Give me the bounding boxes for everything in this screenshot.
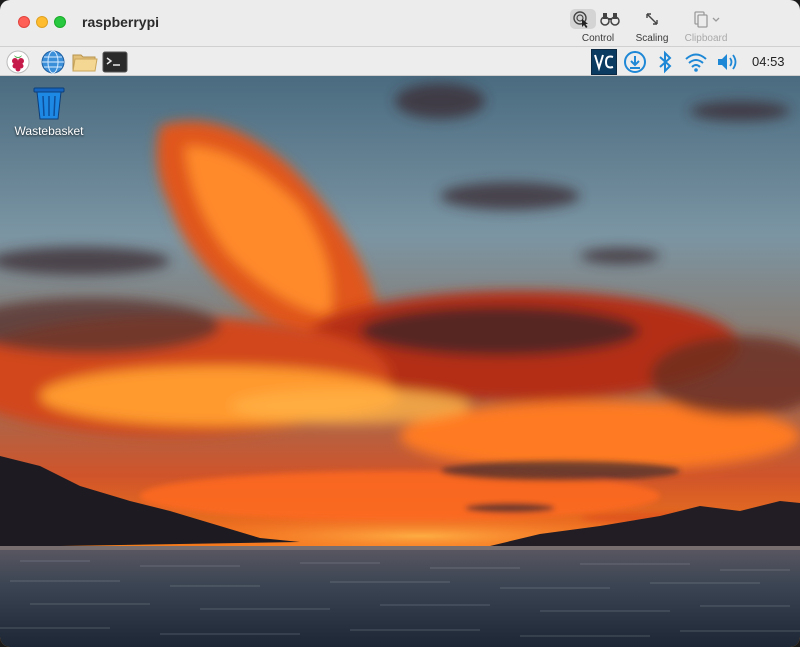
bluetooth-icon[interactable]	[652, 49, 678, 75]
file-manager-icon[interactable]	[72, 49, 98, 75]
control-pointer-icon	[573, 11, 588, 28]
desktop[interactable]: Wastebasket	[0, 76, 800, 647]
vnc-viewer-window: raspberrypi Control Scaling Clipboard 04…	[0, 0, 800, 647]
control-tool[interactable]: Control	[568, 6, 628, 44]
window-title: raspberrypi	[82, 14, 160, 30]
control-label: Control	[581, 33, 615, 44]
close-window-button[interactable]	[18, 16, 30, 28]
web-browser-icon[interactable]	[40, 49, 66, 75]
raspberry-menu-icon[interactable]	[5, 49, 31, 75]
desktop-icon-label: Wastebasket	[14, 124, 84, 138]
volume-icon[interactable]	[714, 49, 740, 75]
scaling-tool[interactable]: Scaling	[622, 6, 682, 44]
scaling-label: Scaling	[635, 33, 669, 44]
desktop-icon-wastebasket[interactable]: Wastebasket	[8, 86, 90, 138]
vnc-server-icon[interactable]	[591, 49, 617, 75]
binoculars-icon	[600, 13, 620, 26]
taskbar-panel: 04:53	[0, 47, 800, 76]
panel-clock: 04:53	[752, 54, 785, 69]
maximize-window-button[interactable]	[54, 16, 66, 28]
scaling-arrows-icon	[646, 13, 658, 25]
title-bar: raspberrypi Control Scaling Clipboard	[0, 0, 800, 47]
updater-icon[interactable]	[622, 49, 648, 75]
trash-icon	[33, 87, 65, 120]
clipboard-tool[interactable]: Clipboard	[676, 6, 736, 44]
terminal-icon[interactable]	[102, 49, 128, 75]
wifi-icon[interactable]	[683, 49, 709, 75]
minimize-window-button[interactable]	[36, 16, 48, 28]
sunset-wallpaper	[0, 76, 800, 647]
clipboard-label: Clipboard	[684, 33, 728, 44]
clipboard-icon	[694, 11, 720, 28]
